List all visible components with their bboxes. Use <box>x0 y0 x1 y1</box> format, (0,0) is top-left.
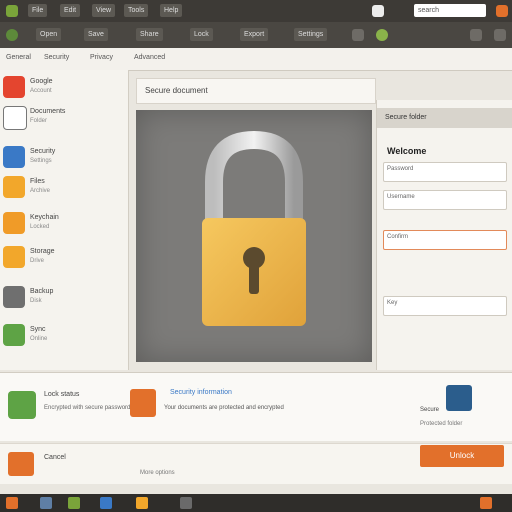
sidebar-item-backup[interactable]: Backup Disk <box>0 282 128 322</box>
sidebar-item-label: Sync <box>30 326 46 333</box>
sidebar-item-sub: Folder <box>30 118 48 124</box>
field-label: Username <box>387 194 415 200</box>
title-bar: File Edit View Tools Help search <box>0 0 512 22</box>
more-options-link[interactable]: More options <box>140 470 175 476</box>
folder-icon[interactable] <box>470 29 482 41</box>
lock-toolbar-icon[interactable] <box>372 5 384 17</box>
status-desc: Encrypted with secure password <box>44 405 131 411</box>
toolbar-settings-button[interactable]: Settings <box>294 28 328 41</box>
sync-icon <box>3 324 25 346</box>
shield-icon <box>3 146 25 168</box>
drive-icon <box>3 246 25 268</box>
confirm-field[interactable] <box>383 230 507 250</box>
google-icon <box>3 76 25 98</box>
sidebar-item-sub: Disk <box>30 298 42 304</box>
info-desc: Your documents are protected and encrypt… <box>164 405 284 411</box>
taskbar-app-icon[interactable] <box>68 497 80 509</box>
menu-tools[interactable]: Tools <box>124 4 149 17</box>
sidebar-item-label: Google <box>30 78 53 85</box>
menu-edit[interactable]: Edit <box>60 4 81 17</box>
sidebar-item-documents[interactable]: Documents Folder <box>0 102 128 142</box>
toolbar-save-button[interactable]: Save <box>84 28 108 41</box>
search-input[interactable]: search <box>414 4 486 17</box>
sidebar-item-sync[interactable]: Sync Online <box>0 320 128 360</box>
sidebar-item-label: Keychain <box>30 214 59 221</box>
password-field[interactable] <box>383 162 507 182</box>
username-field[interactable] <box>383 190 507 210</box>
field-label: Password <box>387 166 414 172</box>
taskbar-app-icon[interactable] <box>180 497 192 509</box>
close-icon[interactable] <box>496 5 508 17</box>
taskbar-app-icon[interactable] <box>40 497 52 509</box>
shield-badge-icon <box>446 385 472 411</box>
sidebar-item-sub: Locked <box>30 224 50 230</box>
sidebar-item-label: Backup <box>30 288 54 295</box>
panel-subheading: Welcome <box>387 146 427 156</box>
refresh-icon[interactable] <box>352 29 364 41</box>
sidebar-item-label: Security <box>30 148 56 155</box>
disk-icon <box>3 286 25 308</box>
tab-privacy[interactable]: Privacy <box>90 54 113 61</box>
sidebar-item-storage[interactable]: Storage Drive <box>0 242 128 282</box>
padlock-illustration <box>202 130 306 326</box>
info-strip: Lock status Encrypted with secure passwo… <box>0 372 512 441</box>
pencil-icon[interactable] <box>130 389 156 417</box>
unlock-button[interactable]: Unlock <box>420 445 504 467</box>
tab-strip: General Security Privacy Advanced <box>0 48 512 71</box>
menu-help[interactable]: Help <box>160 4 183 17</box>
field-label: Key <box>387 300 398 306</box>
taskbar <box>0 494 512 512</box>
tab-security[interactable]: Security <box>44 54 69 61</box>
sidebar-item-sub: Drive <box>30 258 45 264</box>
home-icon[interactable] <box>6 29 18 41</box>
toolbar-lock-button[interactable]: Lock <box>190 28 213 41</box>
toolbar: Open Save Share Lock Export Settings <box>0 22 512 49</box>
taskbar-app-icon[interactable] <box>100 497 112 509</box>
key-field[interactable] <box>383 296 507 316</box>
status-icon <box>8 391 36 419</box>
toolbar-export-button[interactable]: Export <box>240 28 269 41</box>
menu-icon[interactable] <box>494 29 506 41</box>
panel-heading: Secure folder <box>385 114 427 121</box>
lock-icon <box>3 212 25 234</box>
tab-advanced[interactable]: Advanced <box>134 54 165 61</box>
sidebar: Google Account Documents Folder Security… <box>0 70 129 370</box>
sidebar-item-files[interactable]: Files Archive <box>0 172 128 212</box>
key-icon <box>3 176 25 198</box>
sidebar-item-label: Files <box>30 178 45 185</box>
menu-file[interactable]: File <box>28 4 48 17</box>
globe-icon[interactable] <box>376 29 388 41</box>
sidebar-item-label: Storage <box>30 248 55 255</box>
page-title: Secure document <box>145 86 208 95</box>
document-icon <box>3 106 27 130</box>
tab-general[interactable]: General <box>6 54 31 61</box>
tray-icon[interactable] <box>480 497 492 509</box>
toolbar-share-button[interactable]: Share <box>136 28 163 41</box>
panel-header: Secure folder <box>377 108 512 128</box>
secure-label: Secure <box>420 407 440 413</box>
info-title: Security information <box>170 389 232 396</box>
status-title: Lock status <box>44 391 80 398</box>
sidebar-item-sub: Account <box>30 88 52 94</box>
sidebar-item-sub: Archive <box>30 188 51 194</box>
cancel-link[interactable]: Cancel <box>44 454 66 461</box>
menu-view[interactable]: View <box>92 4 116 17</box>
sidebar-item-label: Documents <box>30 108 66 115</box>
details-panel: Secure folder Welcome Password Username … <box>376 100 512 370</box>
sidebar-item-sub: Settings <box>30 158 52 164</box>
app-icon[interactable] <box>6 5 18 17</box>
app-badge-icon <box>8 452 34 476</box>
toolbar-open-button[interactable]: Open <box>36 28 62 41</box>
start-icon[interactable] <box>6 497 18 509</box>
taskbar-app-icon[interactable] <box>136 497 148 509</box>
secure-desc: Protected folder <box>420 421 463 427</box>
field-label: Confirm <box>387 234 409 240</box>
image-preview <box>136 110 372 362</box>
sidebar-item-sub: Online <box>30 336 48 342</box>
content-header: Secure document <box>136 78 376 104</box>
